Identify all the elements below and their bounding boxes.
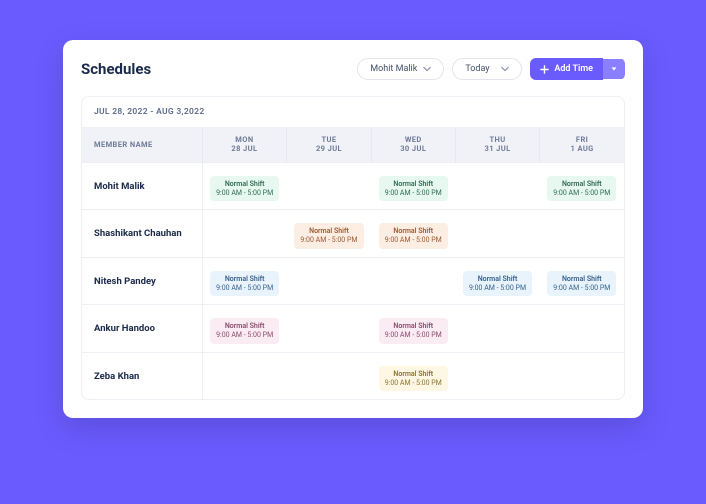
- caret-down-icon: [610, 65, 618, 73]
- shift-cell: Normal Shift9:00 AM - 5:00 PM: [287, 210, 371, 258]
- shift-cell: Normal Shift9:00 AM - 5:00 PM: [371, 352, 455, 399]
- shift-name: Normal Shift: [562, 275, 602, 284]
- add-time-button[interactable]: Add Time: [530, 58, 625, 80]
- member-name-cell: Shashikant Chauhan: [82, 210, 202, 258]
- chevron-down-icon: [423, 65, 431, 73]
- shift-name: Normal Shift: [393, 227, 433, 236]
- shift-time: 9:00 AM - 5:00 PM: [553, 189, 610, 198]
- shift-time: 9:00 AM - 5:00 PM: [216, 284, 273, 293]
- shift-name: Normal Shift: [393, 370, 433, 379]
- col-member-name: MEMBER NAME: [82, 127, 202, 162]
- shift-cell: [371, 257, 455, 305]
- schedule-table: MEMBER NAME MON 28 JUL TUE 29 JUL WED 30…: [82, 127, 624, 399]
- shift-block[interactable]: Normal Shift9:00 AM - 5:00 PM: [294, 223, 363, 249]
- table-row: Shashikant ChauhanNormal Shift9:00 AM - …: [82, 210, 624, 258]
- shift-cell: Normal Shift9:00 AM - 5:00 PM: [202, 257, 287, 305]
- shift-time: 9:00 AM - 5:00 PM: [385, 379, 442, 388]
- shift-cell: Normal Shift9:00 AM - 5:00 PM: [540, 162, 624, 210]
- member-name-cell: Nitesh Pandey: [82, 257, 202, 305]
- col-day-0: MON 28 JUL: [202, 127, 287, 162]
- shift-cell: [455, 210, 539, 258]
- table-header-row: MEMBER NAME MON 28 JUL TUE 29 JUL WED 30…: [82, 127, 624, 162]
- shift-block[interactable]: Normal Shift9:00 AM - 5:00 PM: [210, 318, 279, 344]
- shift-block[interactable]: Normal Shift9:00 AM - 5:00 PM: [547, 176, 616, 202]
- shift-block[interactable]: Normal Shift9:00 AM - 5:00 PM: [379, 176, 448, 202]
- schedule-panel: JUL 28, 2022 - AUG 3,2022 MEMBER NAME MO…: [81, 96, 625, 400]
- shift-cell: [540, 305, 624, 353]
- member-select[interactable]: Mohit Malik: [357, 58, 444, 80]
- date-select-value: Today: [465, 64, 489, 74]
- table-row: Nitesh PandeyNormal Shift9:00 AM - 5:00 …: [82, 257, 624, 305]
- shift-name: Normal Shift: [225, 180, 265, 189]
- table-row: Zeba Khan Normal Shift9:00 AM - 5:00 PM: [82, 352, 624, 399]
- plus-icon: [540, 65, 549, 74]
- col-day-1: TUE 29 JUL: [287, 127, 371, 162]
- shift-name: Normal Shift: [225, 275, 265, 284]
- member-name-cell: Ankur Handoo: [82, 305, 202, 353]
- shift-name: Normal Shift: [478, 275, 518, 284]
- shift-block[interactable]: Normal Shift9:00 AM - 5:00 PM: [379, 366, 448, 392]
- member-name-cell: Zeba Khan: [82, 352, 202, 399]
- shift-time: 9:00 AM - 5:00 PM: [385, 236, 442, 245]
- shift-cell: Normal Shift9:00 AM - 5:00 PM: [371, 162, 455, 210]
- shift-time: 9:00 AM - 5:00 PM: [553, 284, 610, 293]
- add-time-main[interactable]: Add Time: [530, 58, 603, 80]
- shift-time: 9:00 AM - 5:00 PM: [469, 284, 526, 293]
- shift-cell: [455, 162, 539, 210]
- shift-cell: Normal Shift9:00 AM - 5:00 PM: [540, 257, 624, 305]
- shift-cell: [287, 257, 371, 305]
- shift-block[interactable]: Normal Shift9:00 AM - 5:00 PM: [210, 271, 279, 297]
- shift-time: 9:00 AM - 5:00 PM: [385, 331, 442, 340]
- shift-cell: Normal Shift9:00 AM - 5:00 PM: [202, 305, 287, 353]
- shift-block[interactable]: Normal Shift9:00 AM - 5:00 PM: [379, 318, 448, 344]
- shift-time: 9:00 AM - 5:00 PM: [385, 189, 442, 198]
- table-row: Mohit MalikNormal Shift9:00 AM - 5:00 PM…: [82, 162, 624, 210]
- shift-name: Normal Shift: [393, 322, 433, 331]
- add-time-caret[interactable]: [603, 59, 625, 79]
- page-title: Schedules: [81, 60, 349, 78]
- shift-cell: [202, 352, 287, 399]
- table-row: Ankur HandooNormal Shift9:00 AM - 5:00 P…: [82, 305, 624, 353]
- shift-name: Normal Shift: [562, 180, 602, 189]
- shift-cell: [287, 305, 371, 353]
- member-name-cell: Mohit Malik: [82, 162, 202, 210]
- member-select-value: Mohit Malik: [370, 64, 417, 74]
- shift-cell: [202, 210, 287, 258]
- schedules-card: Schedules Mohit Malik Today Add Ti: [63, 40, 643, 418]
- shift-cell: Normal Shift9:00 AM - 5:00 PM: [202, 162, 287, 210]
- shift-block[interactable]: Normal Shift9:00 AM - 5:00 PM: [210, 176, 279, 202]
- shift-cell: [540, 352, 624, 399]
- shift-cell: Normal Shift9:00 AM - 5:00 PM: [371, 210, 455, 258]
- shift-name: Normal Shift: [225, 322, 265, 331]
- shift-cell: [540, 210, 624, 258]
- shift-cell: [455, 352, 539, 399]
- shift-cell: [287, 352, 371, 399]
- date-select[interactable]: Today: [452, 58, 522, 80]
- shift-cell: [455, 305, 539, 353]
- header: Schedules Mohit Malik Today Add Ti: [81, 58, 625, 80]
- shift-time: 9:00 AM - 5:00 PM: [216, 189, 273, 198]
- col-day-3: THU 31 JUL: [455, 127, 539, 162]
- shift-cell: Normal Shift9:00 AM - 5:00 PM: [371, 305, 455, 353]
- shift-name: Normal Shift: [309, 227, 349, 236]
- shift-time: 9:00 AM - 5:00 PM: [300, 236, 357, 245]
- shift-cell: [287, 162, 371, 210]
- date-range: JUL 28, 2022 - AUG 3,2022: [82, 97, 624, 127]
- shift-block[interactable]: Normal Shift9:00 AM - 5:00 PM: [379, 223, 448, 249]
- shift-cell: Normal Shift9:00 AM - 5:00 PM: [455, 257, 539, 305]
- col-day-4: FRI 1 AUG: [540, 127, 624, 162]
- add-time-label: Add Time: [554, 64, 593, 74]
- shift-name: Normal Shift: [393, 180, 433, 189]
- col-day-2: WED 30 JUL: [371, 127, 455, 162]
- shift-time: 9:00 AM - 5:00 PM: [216, 331, 273, 340]
- shift-block[interactable]: Normal Shift9:00 AM - 5:00 PM: [463, 271, 532, 297]
- chevron-down-icon: [501, 65, 509, 73]
- shift-block[interactable]: Normal Shift9:00 AM - 5:00 PM: [547, 271, 616, 297]
